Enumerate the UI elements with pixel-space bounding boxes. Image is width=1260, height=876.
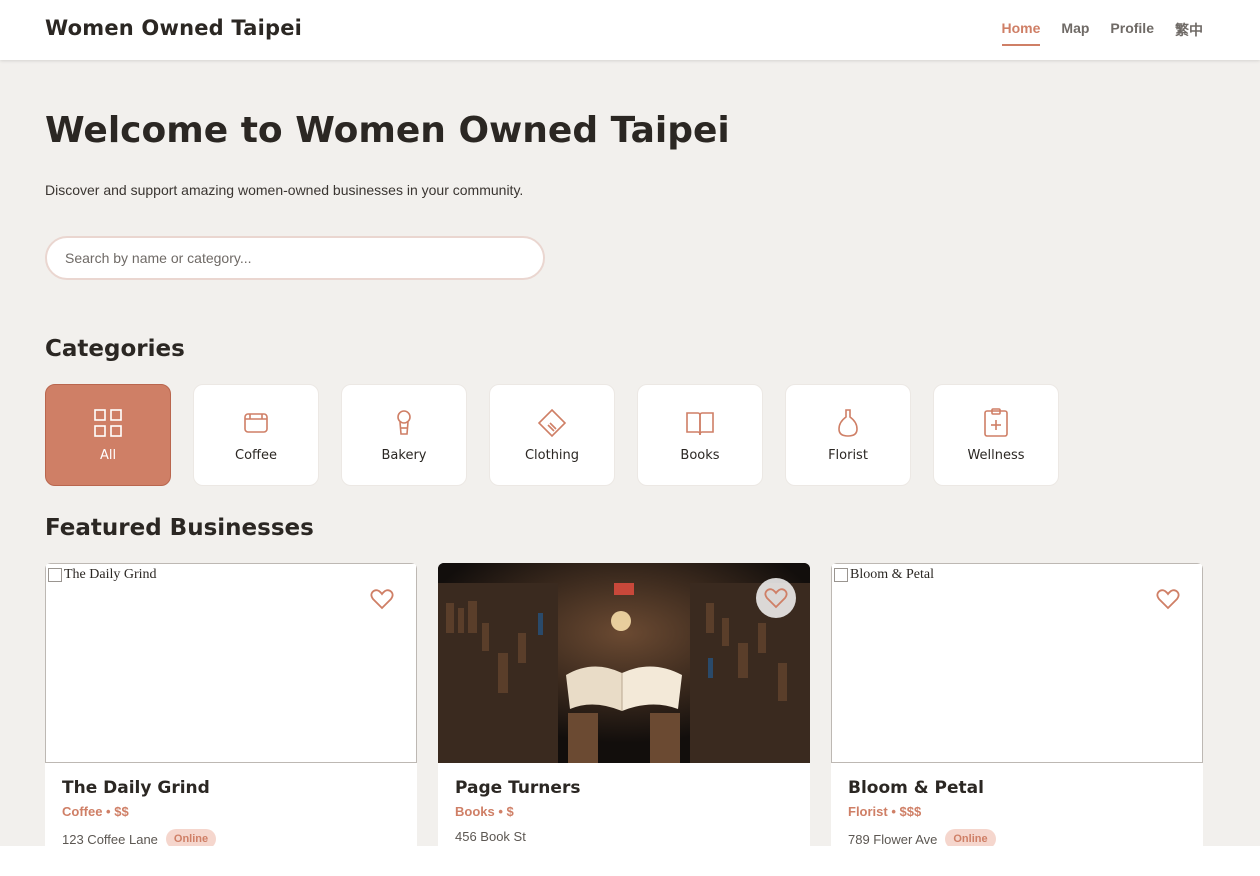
category-label: Wellness: [967, 447, 1025, 463]
coffee-icon: [244, 412, 268, 433]
business-card-bloom-petal[interactable]: Bloom & Petal Bloom & Petal Florist • $$…: [831, 563, 1203, 846]
nav-language[interactable]: 繁中: [1175, 20, 1203, 46]
business-name[interactable]: Page Turners: [455, 778, 793, 798]
business-image: Bloom & Petal: [831, 563, 1203, 763]
business-meta: Books • $: [455, 804, 514, 819]
medical-icon: [984, 407, 1008, 437]
hero-subtitle: Discover and support amazing women-owned…: [45, 182, 524, 198]
business-meta: Coffee • $$: [62, 804, 129, 819]
category-label: Florist: [828, 447, 868, 463]
business-address-row: 789 Flower Ave Online: [848, 829, 1186, 846]
business-address-row: 456 Book St: [455, 829, 793, 844]
business-meta: Florist • $$$: [848, 804, 922, 819]
hero-title: Welcome to Women Owned Taipei: [45, 110, 730, 151]
category-wellness[interactable]: Wellness: [933, 384, 1059, 486]
category-books[interactable]: Books: [637, 384, 763, 486]
heart-icon: [1156, 589, 1180, 610]
image-alt-text: The Daily Grind: [64, 567, 157, 582]
business-card-daily-grind[interactable]: The Daily Grind The Daily Grind Coffee •…: [45, 563, 417, 846]
business-image: [438, 563, 810, 763]
category-label: Books: [680, 447, 720, 463]
category-bakery[interactable]: Bakery: [341, 384, 467, 486]
category-label: Coffee: [235, 447, 277, 463]
category-label: All: [99, 447, 117, 463]
business-list: The Daily Grind The Daily Grind Coffee •…: [45, 563, 1203, 846]
featured-title: Featured Businesses: [45, 515, 314, 541]
favorite-button[interactable]: [1148, 579, 1188, 619]
business-name[interactable]: Bloom & Petal: [848, 778, 1186, 798]
main-nav: Home Map Profile 繁中: [1001, 20, 1203, 46]
business-card-page-turners[interactable]: Page Turners Books • $ 456 Book St: [438, 563, 810, 846]
category-label: Bakery: [381, 447, 427, 463]
business-name[interactable]: The Daily Grind: [62, 778, 400, 798]
page-viewport: Women Owned Taipei Home Map Profile 繁中 W…: [0, 0, 1260, 846]
business-address: 456 Book St: [455, 829, 526, 844]
broken-image-alt: The Daily Grind: [48, 567, 157, 583]
online-badge: Online: [945, 829, 996, 846]
online-badge: Online: [165, 829, 217, 846]
favorite-button[interactable]: [756, 578, 796, 618]
business-address: 789 Flower Ave: [848, 831, 938, 847]
category-clothing[interactable]: Clothing: [489, 384, 615, 486]
grid-icon: [94, 408, 122, 437]
broken-image-alt: Bloom & Petal: [834, 567, 934, 583]
nav-home[interactable]: Home: [1001, 20, 1041, 46]
brand-title[interactable]: Women Owned Taipei: [45, 16, 302, 40]
search-input[interactable]: [45, 236, 545, 280]
image-alt-text: Bloom & Petal: [850, 567, 934, 582]
category-coffee[interactable]: Coffee: [193, 384, 319, 486]
heart-icon: [764, 588, 788, 609]
category-all[interactable]: All: [45, 384, 171, 486]
bakery-icon: [397, 409, 411, 435]
flower-icon: [838, 408, 858, 437]
book-icon: [686, 411, 714, 435]
bookstore-photo: [438, 563, 810, 763]
nav-profile[interactable]: Profile: [1110, 20, 1154, 46]
category-label: Clothing: [524, 447, 580, 463]
broken-image-icon: [48, 568, 62, 582]
nav-map[interactable]: Map: [1061, 20, 1089, 46]
category-list: All Coffee Bakery Clothing Books Florist…: [45, 384, 1059, 486]
favorite-button[interactable]: [362, 579, 402, 619]
business-image: The Daily Grind: [45, 563, 417, 763]
top-header: Women Owned Taipei Home Map Profile 繁中: [0, 0, 1260, 60]
business-address: 123 Coffee Lane: [62, 831, 158, 847]
business-address-row: 123 Coffee Lane Online: [62, 829, 400, 846]
category-florist[interactable]: Florist: [785, 384, 911, 486]
heart-icon: [370, 589, 394, 610]
tag-icon: [537, 408, 567, 437]
categories-title: Categories: [45, 336, 185, 362]
broken-image-icon: [834, 568, 848, 582]
